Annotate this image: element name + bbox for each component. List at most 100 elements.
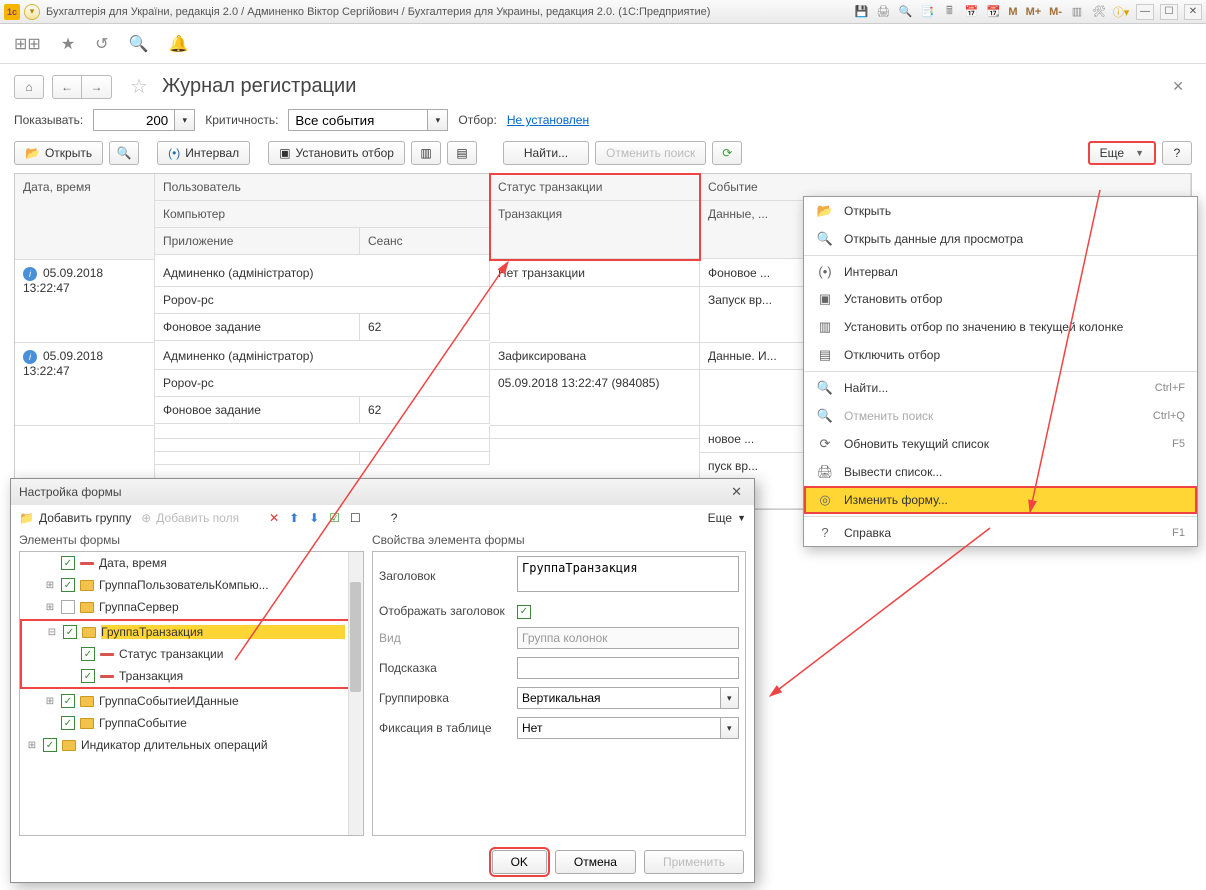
tree-item[interactable]: ⊟ ✓ ГруппаТранзакция: [22, 621, 349, 643]
tree-item[interactable]: ✓ Статус транзакции: [22, 643, 349, 665]
col-session-header[interactable]: Сеанс: [360, 228, 490, 255]
memory-mplus-button[interactable]: M+: [1024, 6, 1044, 18]
col-tx-header[interactable]: Транзакция: [490, 201, 700, 259]
tree-checkbox[interactable]: ✓: [61, 716, 75, 730]
tree-item[interactable]: ⊞ ✓ ГруппаСобытиеИДанные: [20, 690, 363, 712]
tree-checkbox[interactable]: ✓: [43, 738, 57, 752]
memory-m-button[interactable]: M: [1006, 6, 1019, 18]
tree-expander[interactable]: ⊞: [44, 602, 56, 613]
tree-checkbox[interactable]: ✓: [81, 647, 95, 661]
menu-item[interactable]: (•) Интервал: [804, 258, 1197, 285]
add-group-button[interactable]: 📁Добавить группу: [19, 511, 131, 525]
preview-icon[interactable]: 🔍: [896, 3, 914, 21]
nav-fwd-button[interactable]: →: [82, 75, 112, 99]
tree-expander[interactable]: ⊞: [26, 740, 38, 751]
dialog-help-button[interactable]: ?: [391, 511, 398, 525]
tree-checkbox[interactable]: ✓: [61, 578, 75, 592]
add-fields-button[interactable]: ⊕Добавить поля: [141, 511, 239, 525]
tree-item[interactable]: ⊞ ✓ Индикатор длительных операций: [20, 734, 363, 756]
refresh-button[interactable]: ⟳: [712, 141, 742, 165]
menu-item[interactable]: 🔍 Открыть данные для просмотра: [804, 225, 1197, 253]
date-icon[interactable]: 📆: [984, 3, 1002, 21]
calc-icon[interactable]: 🖩: [940, 3, 958, 21]
menu-item[interactable]: 🔍 Отменить поиск Ctrl+Q: [804, 402, 1197, 430]
apps-icon[interactable]: ⊞⊞: [14, 34, 41, 54]
prop-hint-input[interactable]: [517, 657, 739, 679]
page-close-button[interactable]: ✕: [1164, 74, 1192, 99]
page-favorite-icon[interactable]: ☆: [130, 74, 148, 99]
tree-checkbox[interactable]: ✓: [61, 556, 75, 570]
clear-filter-button[interactable]: ▤: [447, 141, 477, 165]
menu-item[interactable]: 📂 Открыть: [804, 197, 1197, 225]
menu-item[interactable]: 🖨 Вывести список...: [804, 458, 1197, 486]
form-elements-tree[interactable]: ✓ Дата, время ⊞ ✓ ГруппаПользовательКомп…: [19, 551, 364, 836]
uncheck-all-button[interactable]: ☐: [350, 511, 361, 525]
info-icon[interactable]: ⓘ▾: [1112, 3, 1130, 21]
prop-showtitle-checkbox[interactable]: ✓: [517, 605, 531, 619]
nav-back-button[interactable]: ←: [52, 75, 82, 99]
menu-item[interactable]: ▥ Установить отбор по значению в текущей…: [804, 313, 1197, 341]
compare-icon[interactable]: 📑: [918, 3, 936, 21]
favorite-icon[interactable]: ★: [61, 34, 75, 54]
tree-item[interactable]: ⊞ ✓ ГруппаПользовательКомпью...: [20, 574, 363, 596]
dialog-title-bar[interactable]: Настройка формы ✕: [11, 479, 754, 505]
more-button[interactable]: Еще▼: [1088, 141, 1156, 165]
interval-button[interactable]: (•)Интервал: [157, 141, 250, 165]
criticality-dropdown[interactable]: ▾: [428, 109, 448, 131]
dialog-close-button[interactable]: ✕: [727, 484, 746, 500]
move-up-button[interactable]: ⬆: [289, 511, 299, 525]
prop-title-input[interactable]: ГруппаТранзакция: [517, 556, 739, 592]
app-menu-dropdown[interactable]: [24, 4, 40, 20]
tree-item[interactable]: ✓ Дата, время: [20, 552, 363, 574]
move-down-button[interactable]: ⬇: [309, 511, 319, 525]
menu-item[interactable]: ◎ Изменить форму...: [804, 486, 1197, 514]
tree-item[interactable]: ✓ ГруппаСобытие: [20, 712, 363, 734]
col-computer-header[interactable]: Компьютер: [155, 201, 490, 228]
apply-button[interactable]: Применить: [644, 850, 744, 874]
close-button[interactable]: ✕: [1184, 4, 1202, 20]
tree-checkbox[interactable]: ✓: [81, 669, 95, 683]
tree-checkbox[interactable]: ✓: [63, 625, 77, 639]
prop-grouping-dropdown[interactable]: ▾: [721, 687, 739, 709]
set-filter-button[interactable]: ▣Установить отбор: [268, 141, 405, 165]
minimize-button[interactable]: —: [1136, 4, 1154, 20]
tree-expander[interactable]: ⊞: [44, 580, 56, 591]
show-count-input[interactable]: [93, 109, 175, 131]
find-button[interactable]: Найти...: [503, 141, 589, 165]
col-datetime-header[interactable]: Дата, время: [15, 174, 155, 260]
calendar-icon[interactable]: 📅: [962, 3, 980, 21]
menu-item[interactable]: ⟳ Обновить текущий список F5: [804, 430, 1197, 458]
help-button[interactable]: ?: [1162, 141, 1192, 165]
menu-item[interactable]: ? Справка F1: [804, 519, 1197, 546]
delete-button[interactable]: ✕: [269, 511, 279, 525]
selection-link[interactable]: Не установлен: [507, 113, 589, 127]
save-icon[interactable]: 💾: [852, 3, 870, 21]
home-button[interactable]: ⌂: [14, 75, 44, 99]
prop-grouping-select[interactable]: [517, 687, 721, 709]
col-txstatus-header[interactable]: Статус транзакции: [490, 174, 700, 201]
criticality-select[interactable]: [288, 109, 428, 131]
tree-item[interactable]: ⊞ ГруппаСервер: [20, 596, 363, 618]
view-data-button[interactable]: 🔍: [109, 141, 139, 165]
history-icon[interactable]: ↺: [95, 34, 108, 54]
cancel-button[interactable]: Отмена: [555, 850, 636, 874]
tree-checkbox[interactable]: ✓: [61, 694, 75, 708]
col-user-header[interactable]: Пользователь: [155, 174, 490, 201]
tree-expander[interactable]: ⊟: [46, 627, 58, 638]
menu-item[interactable]: ▤ Отключить отбор: [804, 341, 1197, 369]
show-count-dropdown[interactable]: ▾: [175, 109, 195, 131]
prop-fix-select[interactable]: [517, 717, 721, 739]
check-all-button[interactable]: ☑: [329, 511, 340, 525]
tree-checkbox[interactable]: [61, 600, 75, 614]
dialog-more-button[interactable]: Еще ▼: [708, 511, 746, 525]
tools-icon[interactable]: 🛠: [1090, 3, 1108, 21]
maximize-button[interactable]: ☐: [1160, 4, 1178, 20]
menu-item[interactable]: 🔍 Найти... Ctrl+F: [804, 374, 1197, 402]
cancel-find-button[interactable]: Отменить поиск: [595, 141, 706, 165]
tree-scrollbar[interactable]: [348, 552, 363, 835]
prop-fix-dropdown[interactable]: ▾: [721, 717, 739, 739]
panel-icon[interactable]: ▥: [1068, 3, 1086, 21]
bell-icon[interactable]: 🔔: [168, 34, 188, 54]
col-app-header[interactable]: Приложение: [155, 228, 360, 255]
menu-item[interactable]: ▣ Установить отбор: [804, 285, 1197, 313]
